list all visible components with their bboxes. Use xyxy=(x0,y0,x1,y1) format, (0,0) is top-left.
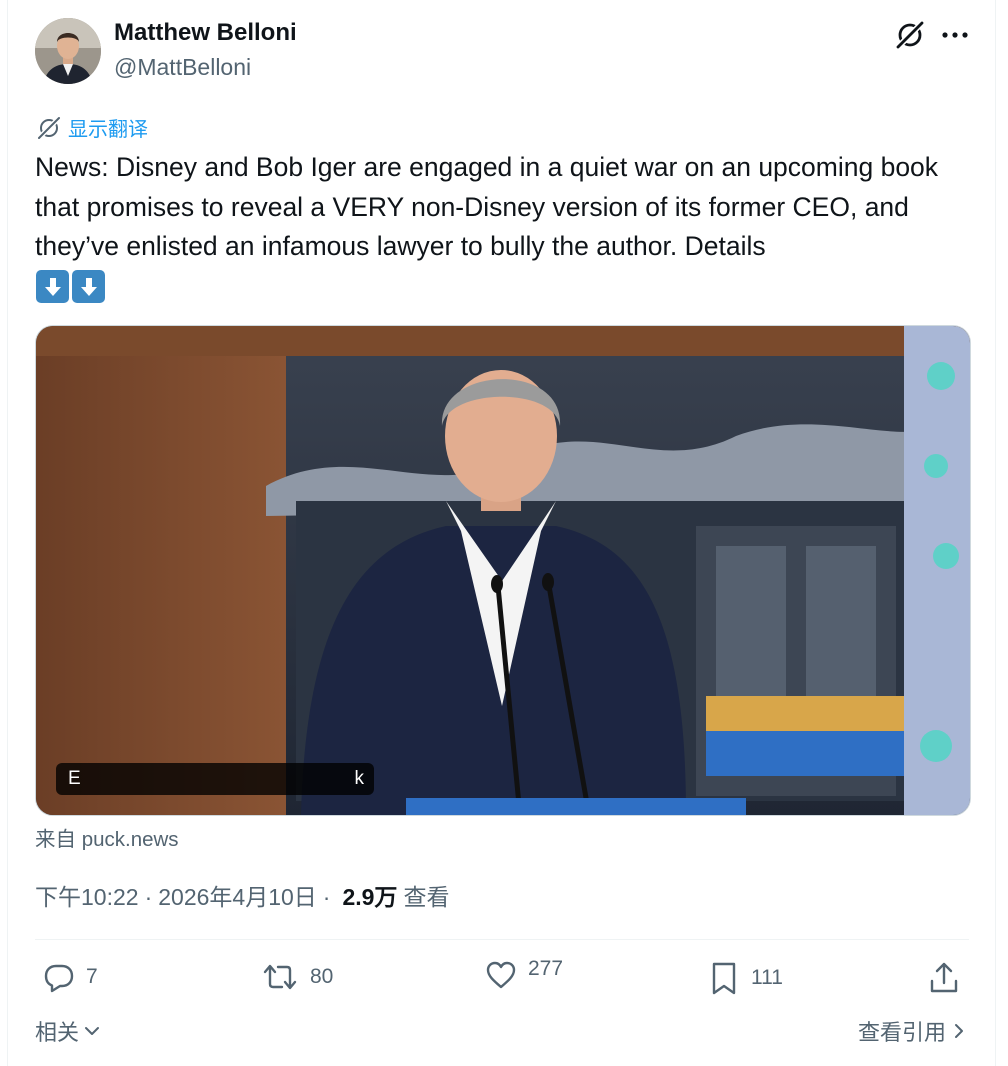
like-button[interactable]: 277 xyxy=(484,957,564,992)
avatar[interactable] xyxy=(35,18,101,84)
more-options-button[interactable] xyxy=(936,18,974,52)
reply-icon xyxy=(44,964,74,993)
retweet-icon xyxy=(263,964,297,990)
avatar-image xyxy=(35,18,101,84)
media-caption-start: E xyxy=(68,768,81,789)
grok-slash-icon xyxy=(895,20,925,50)
bookmark-button[interactable]: 111 xyxy=(707,960,783,996)
heart-icon xyxy=(486,961,516,989)
bookmark-count: 111 xyxy=(751,966,783,989)
retweet-button[interactable]: 80 xyxy=(260,960,333,994)
views-count[interactable]: 2.9万 xyxy=(342,878,397,912)
reply-button[interactable]: 7 xyxy=(42,960,98,994)
tweet-media-photo[interactable]: E k xyxy=(35,325,971,816)
show-translation-label: 显示翻译 xyxy=(68,119,148,141)
frame-border-right xyxy=(995,0,996,1066)
author-handle[interactable]: @MattBelloni xyxy=(114,54,251,81)
meta-separator: · xyxy=(322,884,331,910)
tweet-time[interactable]: 下午10:22 xyxy=(35,878,139,912)
emoji-row xyxy=(36,270,105,303)
translate-icon xyxy=(37,115,61,140)
source-link[interactable]: 来自 puck.news xyxy=(35,822,179,852)
frame-border-left xyxy=(7,0,8,1066)
chevron-down-icon xyxy=(85,1027,100,1035)
more-dots-icon xyxy=(942,32,968,38)
tweet-meta: 下午10:22 · 2026年4月10日 · 2.9万 查看 xyxy=(35,878,449,912)
share-button[interactable] xyxy=(927,960,961,996)
related-label: 相关 xyxy=(35,1020,80,1045)
media-caption-end: k xyxy=(354,768,365,789)
show-translation-link[interactable]: 显示翻译 xyxy=(36,113,148,142)
share-icon xyxy=(930,962,958,993)
arrow-down-emoji-1 xyxy=(36,270,69,303)
tweet-date[interactable]: 2026年4月10日 xyxy=(158,878,317,912)
chevron-right-icon xyxy=(955,1024,963,1038)
retweet-count: 80 xyxy=(310,965,334,988)
related-toggle[interactable]: 相关 xyxy=(35,1015,102,1047)
arrow-down-emoji-2 xyxy=(72,270,105,303)
tweet-text: News: Disney and Bob Iger are engaged in… xyxy=(35,152,946,261)
view-quotes-label: 查看引用 xyxy=(857,1020,946,1045)
like-count: 277 xyxy=(528,957,564,980)
media-caption-overlay: E k xyxy=(56,763,374,795)
reply-count: 7 xyxy=(86,965,98,988)
author-display-name[interactable]: Matthew Belloni xyxy=(114,19,297,47)
views-label: 查看 xyxy=(403,884,450,910)
bookmark-icon xyxy=(712,962,736,995)
grok-button[interactable] xyxy=(893,18,927,52)
meta-separator: · xyxy=(144,884,153,910)
view-quotes-link[interactable]: 查看引用 xyxy=(858,1015,966,1047)
divider xyxy=(35,939,969,940)
photo-illustration xyxy=(36,326,970,815)
